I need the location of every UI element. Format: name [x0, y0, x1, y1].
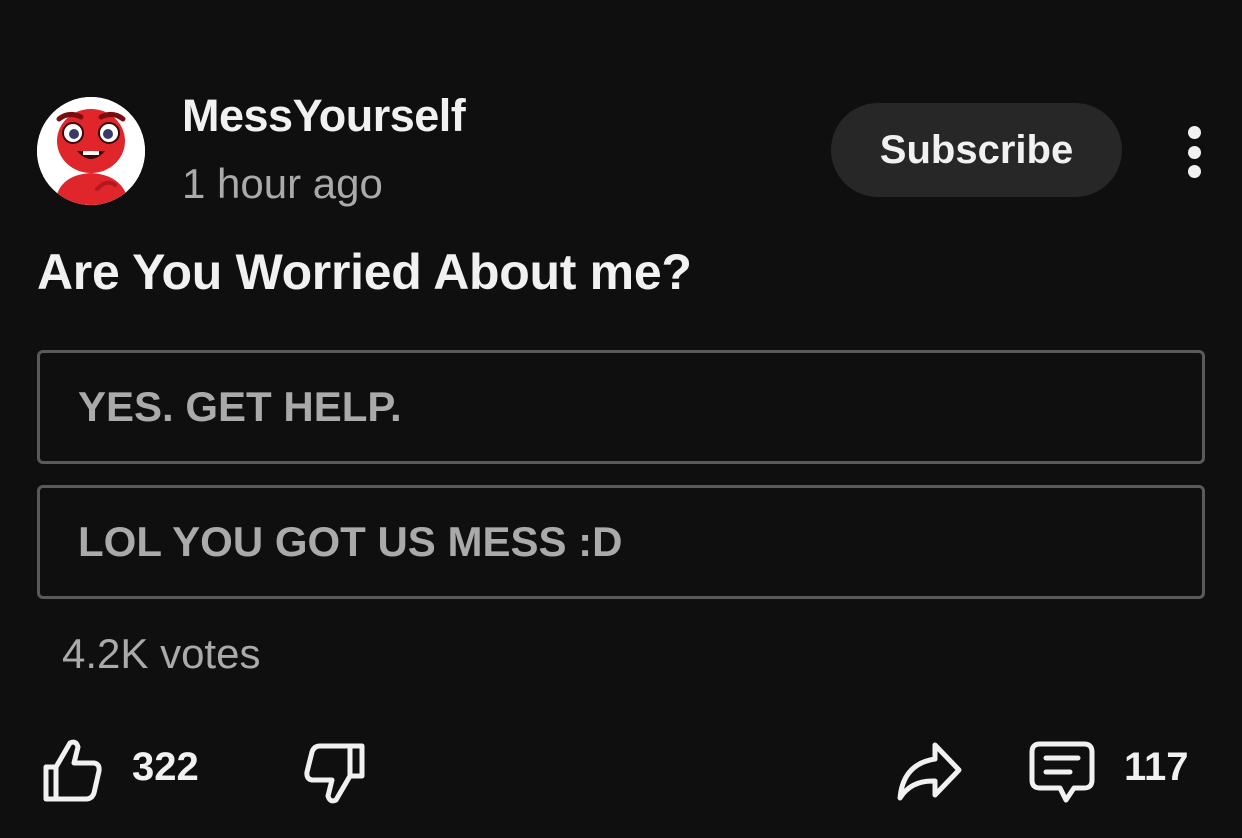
- poll-option-2[interactable]: LOL YOU GOT US MESS :D: [37, 485, 1205, 599]
- avatar-image: [37, 97, 145, 205]
- poll-option-1[interactable]: YES. GET HELP.: [37, 350, 1205, 464]
- comment-icon: [1029, 741, 1095, 803]
- comment-count: 117: [1124, 745, 1189, 789]
- community-post: MessYourself 1 hour ago Subscribe Are Yo…: [0, 0, 1242, 838]
- like-count: 322: [132, 745, 199, 789]
- share-arrow-icon: [897, 742, 962, 801]
- thumbs-down-icon: [304, 743, 365, 804]
- share-button[interactable]: [895, 740, 965, 802]
- poll-question: Are You Worried About me?: [37, 244, 692, 300]
- channel-name[interactable]: MessYourself: [182, 90, 466, 142]
- like-button[interactable]: [40, 737, 104, 803]
- vote-count: 4.2K votes: [62, 630, 261, 677]
- comment-button[interactable]: [1028, 740, 1096, 804]
- more-options-button[interactable]: [1170, 120, 1218, 184]
- subscribe-button[interactable]: Subscribe: [831, 103, 1122, 197]
- post-timestamp: 1 hour ago: [182, 160, 383, 207]
- dislike-button[interactable]: [302, 740, 368, 806]
- vertical-ellipsis-icon: [1187, 126, 1201, 139]
- channel-avatar[interactable]: [37, 97, 145, 205]
- thumbs-up-icon: [43, 739, 102, 802]
